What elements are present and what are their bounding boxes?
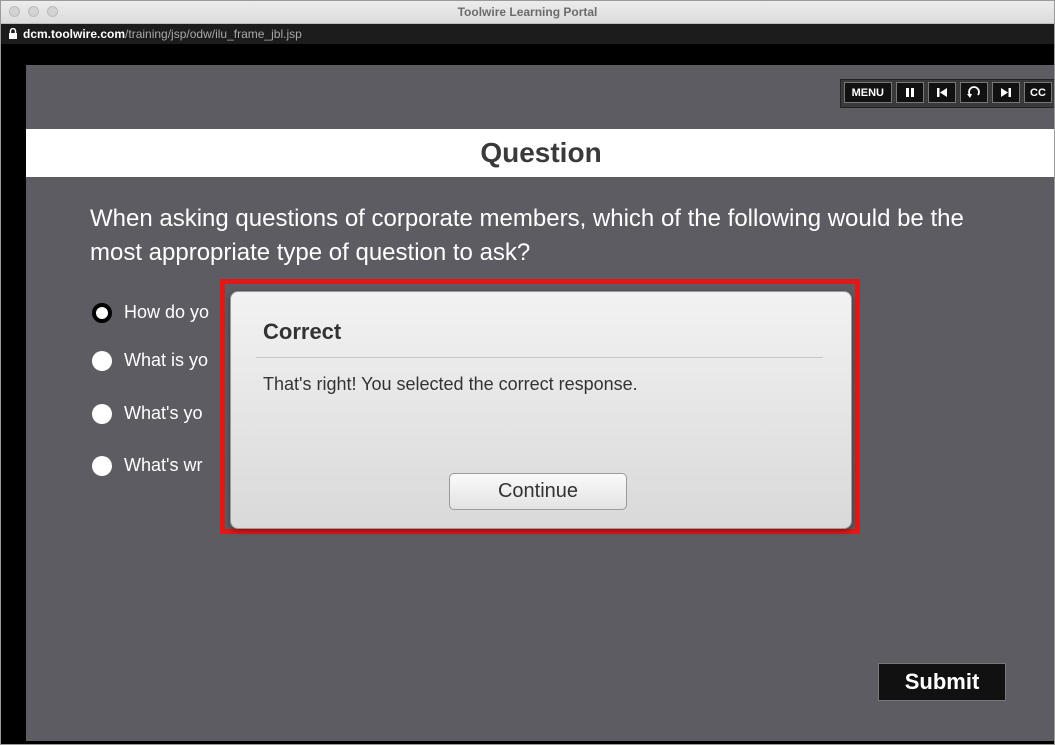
answer-option-label: What's wr — [124, 455, 203, 475]
title-bar: Toolwire Learning Portal — [1, 1, 1054, 24]
url-host: dcm.toolwire.com — [23, 27, 126, 41]
slide-banner: Question — [26, 129, 1054, 177]
browser-window: Toolwire Learning Portal dcm.toolwire.co… — [0, 0, 1055, 745]
answer-option-2[interactable]: What is yo — [92, 350, 234, 371]
replay-icon — [967, 86, 980, 98]
pause-icon — [906, 88, 914, 97]
address-bar[interactable]: dcm.toolwire.com/training/jsp/odw/ilu_fr… — [1, 24, 1054, 44]
skip-back-icon — [937, 88, 947, 97]
answer-option-label: What's yo — [124, 403, 203, 423]
answer-option-1[interactable]: How do yo — [92, 302, 234, 323]
dialog-divider — [256, 357, 823, 358]
next-button[interactable] — [992, 82, 1020, 103]
feedback-dialog: Correct That's right! You selected the c… — [230, 291, 852, 529]
menu-button[interactable]: MENU — [843, 82, 892, 103]
submit-button[interactable]: Submit — [878, 663, 1006, 701]
window-title: Toolwire Learning Portal — [457, 5, 598, 19]
player-controls: MENU CC — [839, 79, 1054, 108]
answer-option-label: What is yo — [124, 350, 209, 370]
replay-button[interactable] — [960, 82, 988, 103]
question-prompt: When asking questions of corporate membe… — [90, 205, 964, 266]
dialog-title: Correct — [263, 319, 342, 344]
answer-option-4[interactable]: What's wr — [92, 455, 234, 476]
page-title: Question — [480, 137, 602, 168]
radio-button[interactable] — [92, 403, 112, 424]
skip-forward-icon — [1001, 88, 1011, 97]
pause-button[interactable] — [896, 82, 924, 103]
continue-button[interactable]: Continue — [449, 473, 627, 510]
radio-button[interactable] — [92, 350, 112, 371]
answer-option-label: How do yo — [124, 302, 210, 322]
radio-button[interactable] — [92, 455, 112, 476]
url-text[interactable]: dcm.toolwire.com/training/jsp/odw/ilu_fr… — [23, 27, 302, 41]
closed-captions-button[interactable]: CC — [1024, 82, 1052, 103]
lock-icon — [9, 28, 17, 39]
answer-option-3[interactable]: What's yo — [92, 403, 234, 424]
radio-button-selected[interactable] — [92, 302, 112, 323]
dialog-message: That's right! You selected the correct r… — [263, 374, 638, 394]
previous-button[interactable] — [928, 82, 956, 103]
url-path: /training/jsp/odw/ilu_frame_jbl.jsp — [125, 27, 302, 41]
